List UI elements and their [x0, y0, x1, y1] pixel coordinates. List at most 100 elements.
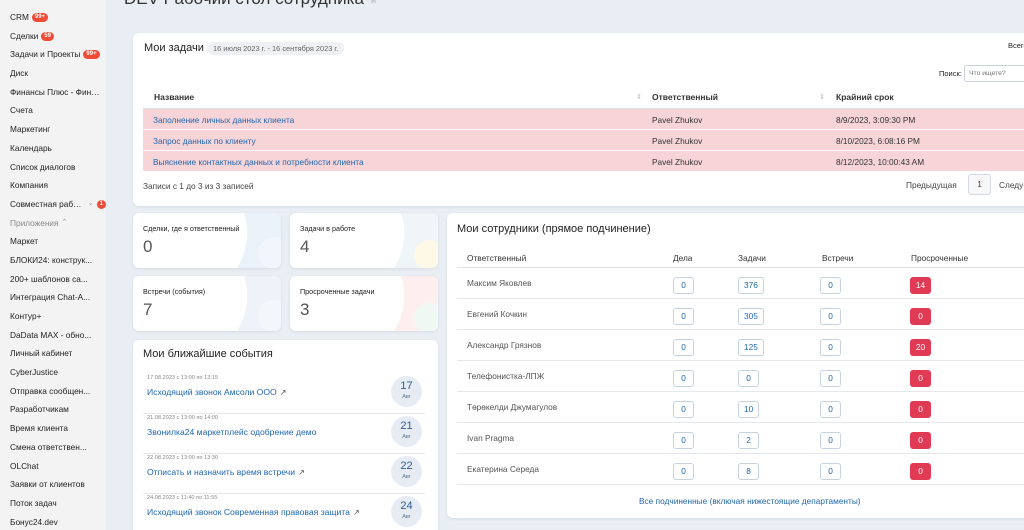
page-number-button[interactable]: 1: [968, 174, 991, 195]
employee-name: Евгений Кочкин: [467, 309, 527, 319]
task-link[interactable]: Выяснение контактных данных и потребност…: [153, 157, 364, 167]
table-row: Запрос данных по клиенту Pavel Zhukov 8/…: [143, 130, 1024, 151]
sidebar-item-drive[interactable]: Диск: [0, 64, 106, 83]
stat-card-tasks-in-work[interactable]: Задачи в работе 4: [290, 213, 438, 268]
sidebar-item-app[interactable]: Поток задач: [0, 494, 106, 513]
sort-icon[interactable]: ⇕: [819, 93, 825, 101]
sidebar-item-app[interactable]: CyberJustice: [0, 363, 106, 382]
column-header-deadline[interactable]: Крайний срок: [836, 92, 894, 102]
sidebar-item-market[interactable]: Маркет: [0, 232, 106, 251]
meetings-count-button[interactable]: 0: [820, 339, 841, 356]
overdue-count-button[interactable]: 0: [910, 463, 931, 480]
meetings-count-button[interactable]: 0: [820, 277, 841, 294]
meetings-count-button[interactable]: 0: [820, 463, 841, 480]
sidebar-item-app[interactable]: БЛОКИ24: конструк...: [0, 251, 106, 270]
sidebar-item-app[interactable]: OLChat: [0, 457, 106, 476]
sidebar-item-app[interactable]: Время клиента: [0, 419, 106, 438]
task-link[interactable]: Запрос данных по клиенту: [153, 136, 256, 146]
tasks-count-button[interactable]: 0: [738, 370, 759, 387]
decor-shape: [394, 213, 438, 268]
chevron-up-icon: ⌃: [61, 218, 68, 226]
sidebar-item-finance[interactable]: Финансы Плюс - Фина...: [0, 83, 106, 102]
external-link-icon[interactable]: ↗: [353, 508, 360, 517]
employee-name: Телефонистка-ЛПЖ: [467, 371, 545, 381]
sort-icon[interactable]: ⇕: [636, 93, 642, 101]
records-info: Записи с 1 до 3 из 3 записей: [143, 181, 254, 191]
deals-count-button[interactable]: 0: [673, 432, 694, 449]
sidebar-item-dialogs[interactable]: Список диалогов: [0, 158, 106, 177]
prev-page-button[interactable]: Предыдущая: [906, 180, 957, 190]
sidebar-item-app[interactable]: 200+ шаблонов са...: [0, 270, 106, 289]
sidebar-item-deals[interactable]: Сделки 59: [0, 27, 106, 46]
sidebar-item-company[interactable]: Компания: [0, 176, 106, 195]
stat-card-overdue[interactable]: Просроченные задачи 3: [290, 276, 438, 331]
overdue-count-button[interactable]: 14: [910, 277, 931, 294]
external-link-icon[interactable]: ↗: [280, 388, 287, 397]
stat-title: Сделки, где я ответственный: [143, 224, 240, 233]
tasks-count-button[interactable]: 125: [738, 339, 764, 356]
task-link[interactable]: Заполнение личных данных клиента: [153, 115, 294, 125]
tasks-count-button[interactable]: 8: [738, 463, 759, 480]
sidebar-item-app[interactable]: Контур+: [0, 307, 106, 326]
event-date-badge: 21 Авг: [391, 416, 422, 447]
event-link[interactable]: Исходящий звонок Амсоли ООО ↗: [147, 387, 286, 397]
deals-count-button[interactable]: 0: [673, 308, 694, 325]
sidebar-item-app[interactable]: Отправка сообщен...: [0, 382, 106, 401]
event-time: 17.08.2023 с 13:00 по 13:15: [147, 375, 219, 381]
all-subordinates-link[interactable]: Все подчиненные (включая нижестоящие деп…: [639, 496, 861, 506]
deals-count-button[interactable]: 0: [673, 339, 694, 356]
meetings-count-button[interactable]: 0: [820, 370, 841, 387]
star-icon[interactable]: ★: [368, 0, 379, 7]
table-row: Александр Грязнов 0 125 0 20: [457, 330, 1024, 361]
sidebar-item-app[interactable]: Смена ответствен...: [0, 438, 106, 457]
sidebar-section-apps[interactable]: Приложения ⌃: [0, 214, 106, 233]
counter-badge: 99+: [31, 12, 49, 22]
sidebar-item-invoices[interactable]: Счета: [0, 101, 106, 120]
sidebar-item-app[interactable]: DaData MAX - обно...: [0, 326, 106, 345]
overdue-count-button[interactable]: 0: [910, 308, 931, 325]
deals-count-button[interactable]: 0: [673, 370, 694, 387]
sidebar-item-app[interactable]: Интеграция Chat-A...: [0, 288, 106, 307]
deals-count-button[interactable]: 0: [673, 277, 694, 294]
sidebar-item-tasks[interactable]: Задачи и Проекты 99+: [0, 45, 106, 64]
meetings-count-button[interactable]: 0: [820, 401, 841, 418]
stat-card-deals[interactable]: Сделки, где я ответственный 0: [133, 213, 281, 268]
event-link[interactable]: Звонилка24 маркетплейс одобрение демо: [147, 427, 316, 437]
event-item: 24.08.2023 с 11:40 по 11:55 Исходящий зв…: [143, 494, 425, 530]
column-header-deals: Дела: [673, 253, 693, 263]
column-header-responsible[interactable]: Ответственный: [652, 92, 718, 102]
sidebar-item-marketing[interactable]: Маркетинг: [0, 120, 106, 139]
stat-title: Задачи в работе: [300, 224, 356, 233]
overdue-count-button[interactable]: 20: [910, 339, 931, 356]
sidebar-item-crm[interactable]: CRM 99+: [0, 8, 106, 27]
overdue-count-button[interactable]: 0: [910, 401, 931, 418]
tasks-count-button[interactable]: 10: [738, 401, 760, 418]
page-title: DEV Рабочий стол сотрудника★: [124, 0, 379, 9]
event-link[interactable]: Отписать и назначить время встречи ↗: [147, 467, 305, 477]
sidebar-item-calendar[interactable]: Календарь: [0, 139, 106, 158]
card-title: Мои задачи: [144, 42, 204, 54]
tasks-count-button[interactable]: 2: [738, 432, 759, 449]
sidebar-item-app[interactable]: Разработчикам: [0, 400, 106, 419]
next-page-button[interactable]: Следу: [999, 180, 1023, 190]
deals-count-button[interactable]: 0: [673, 401, 694, 418]
date-range-chip[interactable]: 16 июля 2023 г. - 16 сентября 2023 г.: [207, 42, 345, 55]
external-link-icon[interactable]: ↗: [298, 468, 305, 477]
meetings-count-button[interactable]: 0: [820, 432, 841, 449]
tasks-count-button[interactable]: 376: [738, 277, 764, 294]
sidebar-item-app[interactable]: Заявки от клиентов: [0, 475, 106, 494]
tasks-count-button[interactable]: 305: [738, 308, 764, 325]
overdue-count-button[interactable]: 0: [910, 432, 931, 449]
meetings-count-button[interactable]: 0: [820, 308, 841, 325]
overdue-count-button[interactable]: 0: [910, 370, 931, 387]
column-header-name[interactable]: Название: [154, 92, 194, 102]
employee-name: Екатерина Середа: [467, 464, 539, 474]
search-input[interactable]: [964, 65, 1024, 82]
deals-count-button[interactable]: 0: [673, 463, 694, 480]
column-header-responsible: Ответственный: [467, 253, 527, 263]
stat-card-meetings[interactable]: Встречи (события) 7: [133, 276, 281, 331]
sidebar-item-app[interactable]: Бонус24.dev: [0, 513, 106, 530]
event-link[interactable]: Исходящий звонок Современная правовая за…: [147, 507, 360, 517]
sidebar-item-app[interactable]: Личный кабинет: [0, 344, 106, 363]
sidebar-item-collaboration[interactable]: Совместная работа ⌄ 1: [0, 195, 106, 214]
